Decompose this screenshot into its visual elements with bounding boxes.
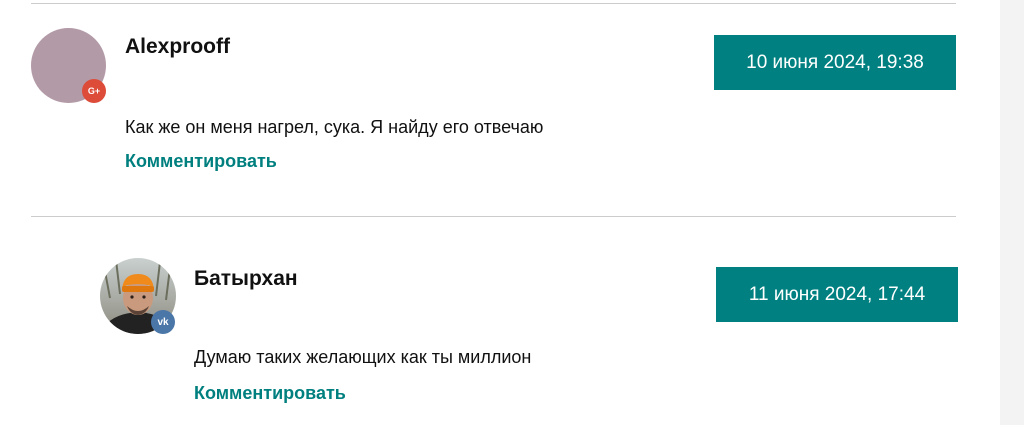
comment-author[interactable]: Батырхан [194, 267, 298, 291]
comment-divider [31, 3, 956, 4]
reply-link[interactable]: Комментировать [194, 383, 346, 404]
comment-date: 10 июня 2024, 19:38 [714, 35, 956, 90]
comment-text: Как же он меня нагрел, сука. Я найду его… [125, 117, 544, 137]
comment-date-text: 11 июня 2024, 17:44 [748, 283, 926, 305]
comment-date-text: 10 июня 2024, 19:38 [746, 51, 924, 73]
page-side-panel [1000, 0, 1024, 425]
comment-author[interactable]: Alexprooff [125, 35, 230, 59]
comments-page: G+ Alexprooff 10 июня 2024, 19:38 Как же… [0, 0, 1024, 425]
badge-label: vk [157, 316, 169, 328]
comment-divider [31, 216, 956, 217]
reply-link[interactable]: Комментировать [125, 151, 277, 172]
vk-icon[interactable]: vk [151, 310, 175, 334]
comment-date: 11 июня 2024, 17:44 [716, 267, 958, 322]
comment-text: Думаю таких желающих как ты миллион [194, 347, 532, 367]
google-plus-icon[interactable]: G+ [82, 79, 106, 103]
badge-label: G+ [87, 86, 101, 96]
